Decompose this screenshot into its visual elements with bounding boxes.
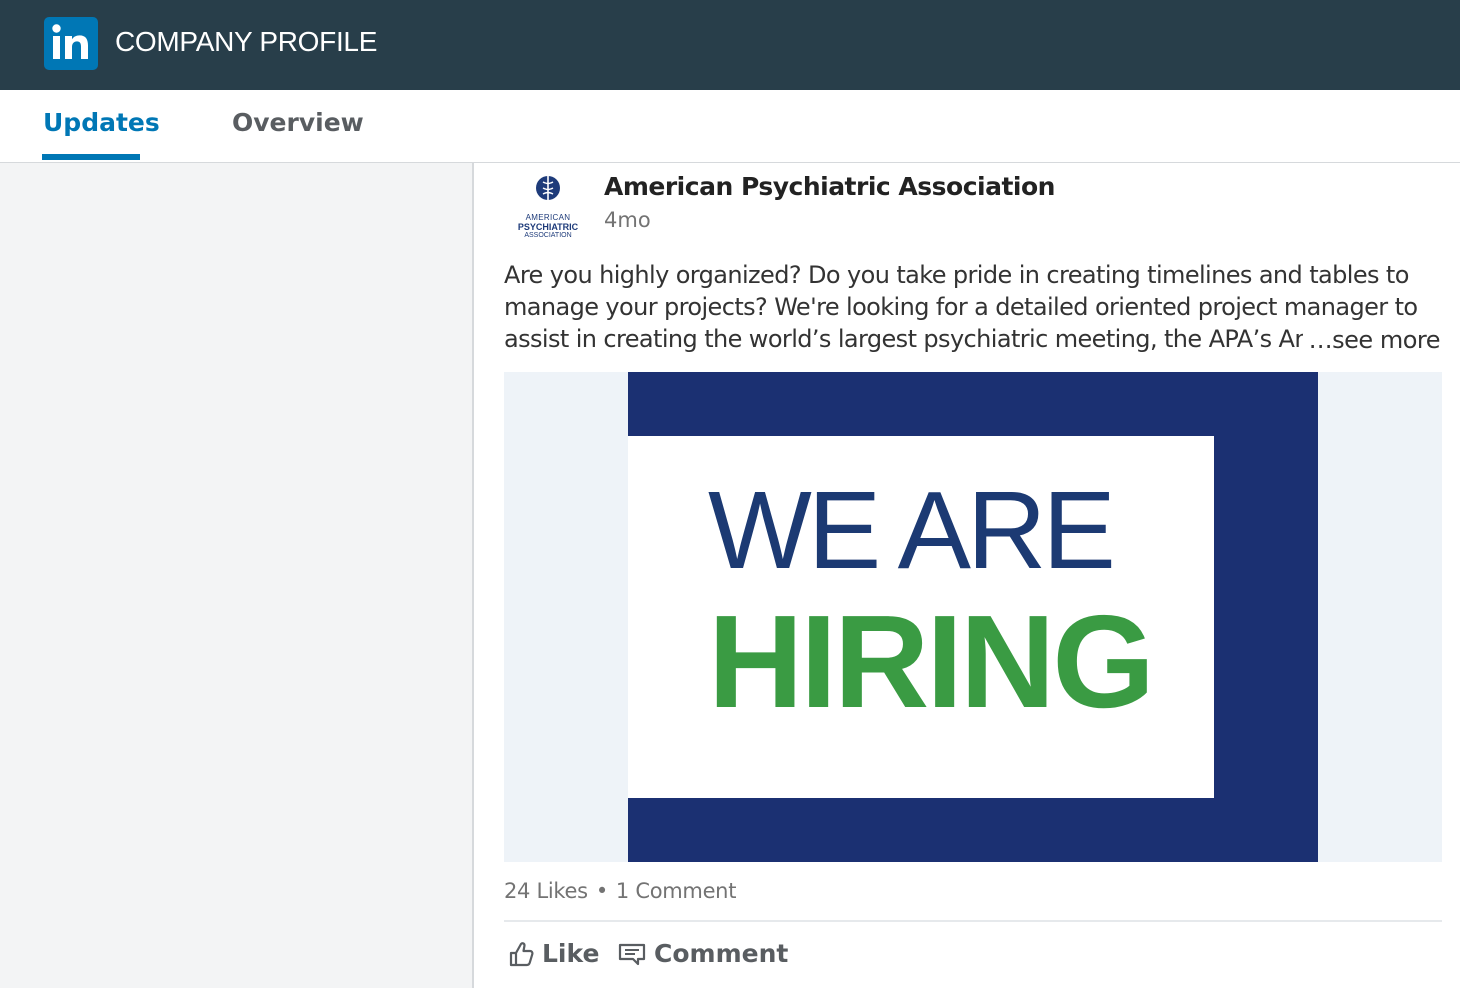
- tab-updates[interactable]: Updates: [43, 108, 160, 137]
- post-timestamp: 4mo: [604, 208, 651, 232]
- post-image[interactable]: WE ARE HIRING: [628, 372, 1318, 862]
- org-logo-text-line2: PSYCHIATRIC: [517, 222, 579, 232]
- post-image-panel: WE ARE HIRING: [628, 436, 1214, 798]
- post-text-line: assist in creating the world’s largest p…: [504, 325, 1324, 353]
- like-button[interactable]: Like: [508, 939, 599, 968]
- tab-overview[interactable]: Overview: [232, 108, 364, 137]
- post-text-line: manage your projects? We're looking for …: [504, 293, 1418, 321]
- image-headline-hiring: HIRING: [708, 588, 1155, 735]
- post-text: Are you highly organized? Do you take pr…: [504, 259, 1418, 355]
- org-logo-text-line1: AMERICAN: [525, 213, 571, 222]
- left-panel: [0, 163, 472, 988]
- tab-bar: Updates Overview: [0, 90, 1460, 163]
- comment-button[interactable]: Comment: [618, 939, 788, 968]
- post-text-line: Are you highly organized? Do you take pr…: [504, 261, 1409, 289]
- linkedin-logo-icon[interactable]: [44, 17, 98, 70]
- divider: [504, 920, 1442, 922]
- thumbs-up-icon: [509, 941, 534, 966]
- top-bar: COMPANY PROFILE: [0, 0, 1460, 90]
- likes-count[interactable]: 24 Likes: [504, 879, 588, 903]
- post-image-container[interactable]: WE ARE HIRING: [504, 372, 1442, 862]
- comments-count[interactable]: 1 Comment: [616, 879, 737, 903]
- org-logo[interactable]: AMERICAN PSYCHIATRIC ASSOCIATION: [512, 171, 584, 239]
- post-card: AMERICAN PSYCHIATRIC ASSOCIATION America…: [472, 163, 1460, 988]
- org-logo-text-line3: ASSOCIATION: [524, 232, 572, 239]
- apa-globe-icon: [536, 176, 560, 200]
- page-title: COMPANY PROFILE: [115, 26, 378, 57]
- social-counts: 24 Likes • 1 Comment: [504, 879, 736, 903]
- like-label: Like: [542, 939, 600, 968]
- see-more-link[interactable]: …see more: [1302, 326, 1441, 354]
- image-headline-we-are: WE ARE: [708, 469, 1116, 592]
- org-name-link[interactable]: American Psychiatric Association: [604, 172, 1055, 201]
- comment-label: Comment: [654, 939, 789, 968]
- comment-icon: [618, 943, 646, 965]
- active-tab-indicator: [42, 154, 140, 160]
- separator-dot: •: [595, 879, 608, 903]
